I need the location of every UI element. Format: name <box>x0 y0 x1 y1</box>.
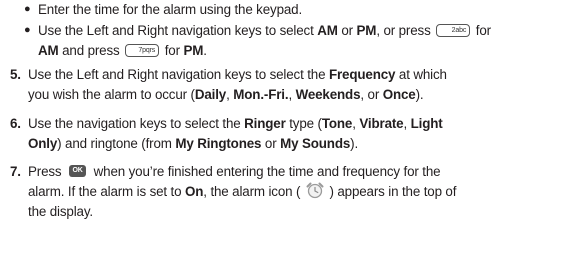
step-text-line: Use the navigation keys to select the Ri… <box>28 116 443 131</box>
list-item-continuation: AM and press 7pqrs for PM. <box>38 43 207 58</box>
alarm-clock-icon <box>306 182 324 199</box>
list-item: ● Enter the time for the alarm using the… <box>24 0 578 20</box>
step-number: 7. <box>10 164 21 179</box>
list-item: ● Use the Left and Right navigation keys… <box>24 21 578 41</box>
step-number: 5. <box>10 67 21 82</box>
bullet-icon: ● <box>24 3 31 15</box>
step-text-line: alarm. If the alarm is set to On, the al… <box>28 182 456 202</box>
ok-key-icon: OK <box>69 165 87 178</box>
step-text-line: you wish the alarm to occur (Daily, Mon.… <box>28 87 424 102</box>
key-7pqrs-icon: 7pqrs <box>125 43 160 57</box>
bullet-icon: ● <box>24 24 31 36</box>
manual-page: ● Enter the time for the alarm using the… <box>0 0 587 259</box>
key-2abc-icon: 2abc <box>436 23 471 37</box>
step-text-line: Only) and ringtone (from My Ringtones or… <box>28 136 359 151</box>
step-text-line: the display. <box>28 204 93 219</box>
step-text-line: Use the Left and Right navigation keys t… <box>28 67 447 82</box>
step-number: 6. <box>10 116 21 131</box>
step-text-line: Press OK when you’re finished entering t… <box>28 164 441 179</box>
